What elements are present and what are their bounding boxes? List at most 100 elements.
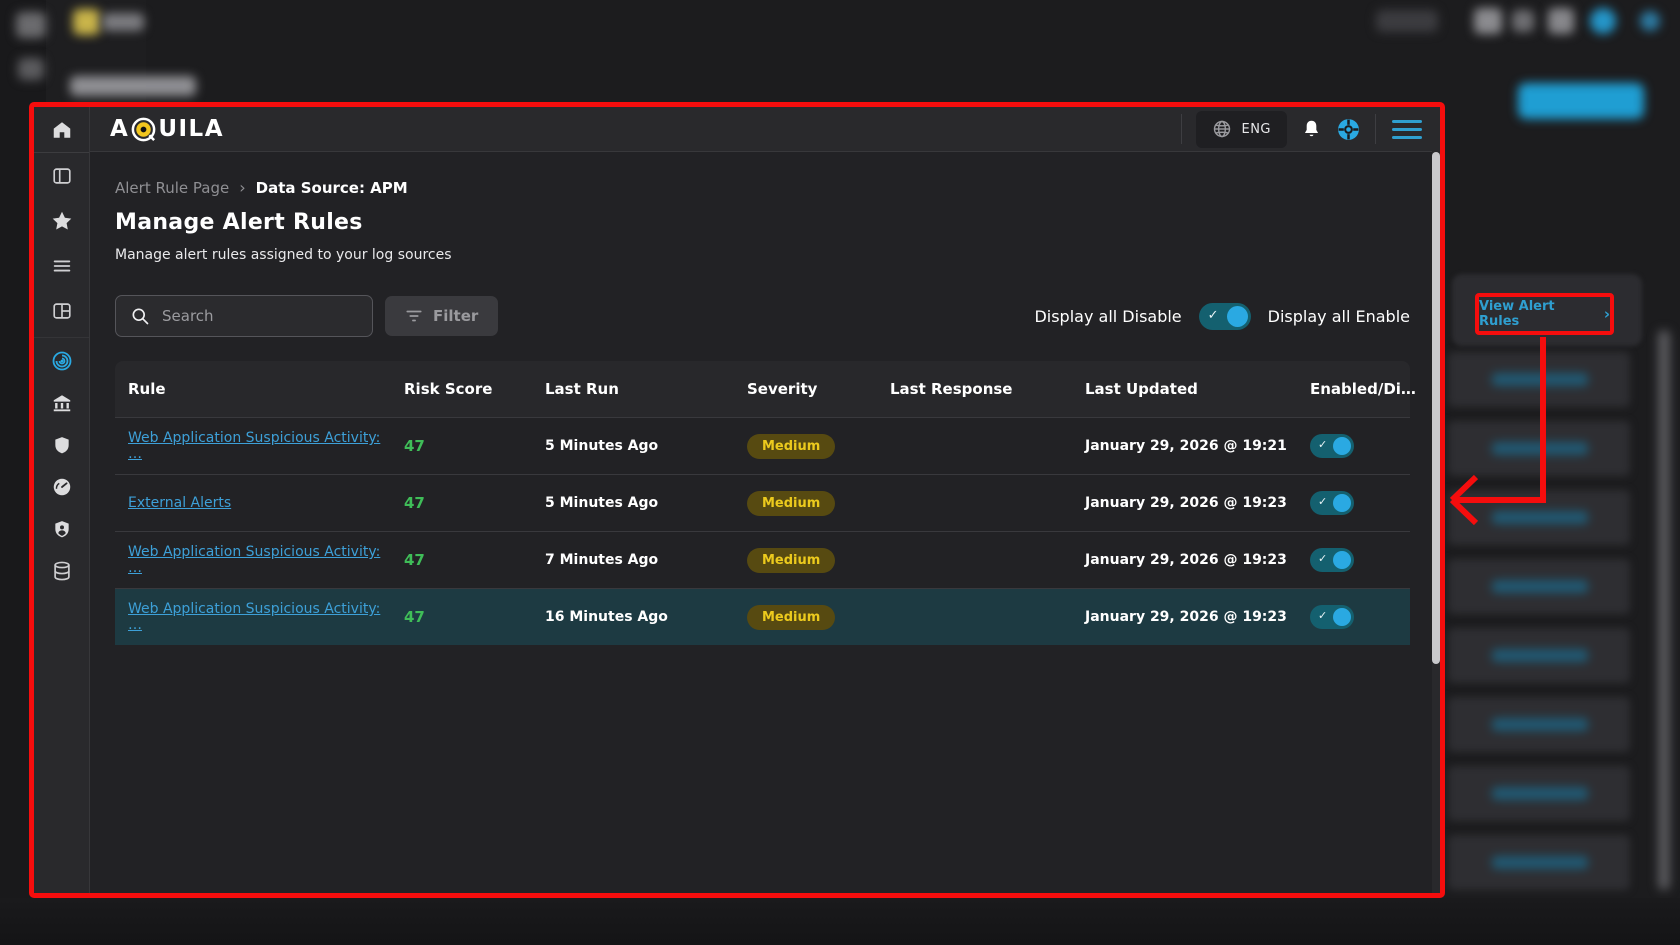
divider [1181,114,1182,144]
list-item[interactable] [1448,766,1630,821]
check-icon: ✓ [1318,609,1327,622]
check-icon: ✓ [1318,495,1327,508]
alert-rules-table: Rule Risk Score Last Run Severity Last R… [115,361,1410,645]
list-item[interactable] [1448,835,1630,890]
sidebar-item-security[interactable] [34,424,89,466]
sidebar-item-list[interactable] [34,243,89,288]
list-item[interactable] [1448,628,1630,683]
app-top-bar: A UILA ENG [90,107,1440,152]
rule-link[interactable]: External Alerts [128,495,231,511]
background-alert-list [1448,352,1630,904]
toggle-knob [1333,551,1351,569]
sidebar-item-panel[interactable] [34,153,89,198]
column-header-rule: Rule [115,380,391,398]
sidebar-item-institution[interactable] [34,382,89,424]
screenshot-root: A UILA ENG [0,0,1680,945]
window-scrollbar[interactable] [1432,107,1440,893]
gauge-icon [51,476,73,498]
background-logo-text-blob [102,13,144,31]
view-alert-rules-button[interactable]: View Alert Rules [1479,299,1598,329]
last-run-value: 7 Minutes Ago [532,552,734,568]
sidebar-item-dashboard[interactable] [34,288,89,333]
bank-icon [51,392,73,414]
search-icon [130,306,150,326]
sidebar-item-data-sources[interactable] [34,550,89,592]
main-content: Alert Rule Page › Data Source: APM Manag… [90,152,1432,893]
search-box[interactable] [115,295,373,337]
display-all-toggle[interactable]: ✓ [1199,303,1251,330]
list-item[interactable] [1448,697,1630,752]
star-icon [50,209,74,233]
sidebar-item-performance[interactable] [34,466,89,508]
list-item[interactable] [1448,352,1630,407]
risk-score-value: 47 [391,494,532,512]
list-item[interactable] [1448,421,1630,476]
rule-enabled-toggle[interactable]: ✓ [1310,491,1354,515]
background-icon-blob [1474,8,1502,34]
chevron-right-icon: › [239,178,245,197]
search-input[interactable] [162,307,358,325]
annotation-screenshot-box: A UILA ENG [29,102,1445,898]
table-row[interactable]: Web Application Suspicious Activity: … 4… [115,417,1410,474]
list-item[interactable] [1448,490,1630,545]
filter-label: Filter [433,307,478,325]
rule-link[interactable]: Web Application Suspicious Activity: … [128,544,380,576]
page-title: Manage Alert Rules [115,210,363,235]
logo-q-icon [130,116,157,143]
table-row[interactable]: Web Application Suspicious Activity: … 4… [115,531,1410,588]
last-updated-value: January 29, 2026 @ 19:23 [1072,552,1297,568]
filter-button[interactable]: Filter [385,296,498,336]
toggle-knob [1333,437,1351,455]
rule-link[interactable]: Web Application Suspicious Activity: … [128,430,380,462]
annotation-callout-rect: View Alert Rules › [1475,293,1614,335]
sidebar-item-alert-rules-active[interactable] [34,340,89,382]
background-icon-blob [1548,8,1574,34]
sidebar-item-home[interactable] [34,107,89,153]
rule-enabled-toggle[interactable]: ✓ [1310,605,1354,629]
radar-icon [50,349,74,373]
table-row[interactable]: Web Application Suspicious Activity: … 4… [115,588,1410,645]
severity-badge: Medium [747,548,835,573]
bell-icon [1301,118,1322,140]
page-subtitle: Manage alert rules assigned to your log … [115,247,452,263]
divider [1375,114,1376,144]
background-icon-blob [16,12,46,38]
column-header-last-run: Last Run [532,380,734,398]
column-header-enabled: Enabled/Di… [1297,380,1410,398]
background-icon-blob [18,58,44,80]
last-updated-value: January 29, 2026 @ 19:23 [1072,609,1297,625]
table-header: Rule Risk Score Last Run Severity Last R… [115,361,1410,417]
filter-icon [405,308,423,324]
help-button[interactable] [1336,117,1361,142]
controls-row: Filter Display all Disable ✓ Display all… [115,294,1410,338]
menu-button[interactable] [1390,116,1424,143]
background-icon-blob [1512,10,1534,32]
menu-icon [1392,120,1422,123]
severity-badge: Medium [747,491,835,516]
logo-text-suffix: UILA [158,116,224,142]
scrollbar-thumb[interactable] [1432,152,1440,664]
severity-badge: Medium [747,605,835,630]
sidebar-item-favorites[interactable] [34,198,89,243]
background-primary-button-blob[interactable] [1518,83,1644,119]
language-selector[interactable]: ENG [1196,111,1287,148]
background-scrollbar-blob[interactable] [1658,330,1670,890]
display-all-enable-label: Display all Enable [1268,307,1410,326]
table-row[interactable]: External Alerts 47 5 Minutes Ago Medium … [115,474,1410,531]
display-toggle-group: Display all Disable ✓ Display all Enable [1034,303,1410,330]
notifications-button[interactable] [1301,118,1322,140]
background-pill-blob [1376,10,1438,32]
breadcrumb-parent[interactable]: Alert Rule Page [115,179,229,197]
check-icon: ✓ [1208,308,1219,323]
background-icon-blob [1640,11,1660,31]
column-header-severity: Severity [734,380,877,398]
background-bottom-fade [0,898,1680,945]
toggle-knob [1227,306,1248,327]
list-item[interactable] [1448,559,1630,614]
sidebar-item-user-security[interactable] [34,508,89,550]
last-run-value: 16 Minutes Ago [532,609,734,625]
rule-enabled-toggle[interactable]: ✓ [1310,434,1354,458]
rule-enabled-toggle[interactable]: ✓ [1310,548,1354,572]
rule-link[interactable]: Web Application Suspicious Activity: … [128,601,380,633]
column-header-last-response: Last Response [877,380,1072,398]
